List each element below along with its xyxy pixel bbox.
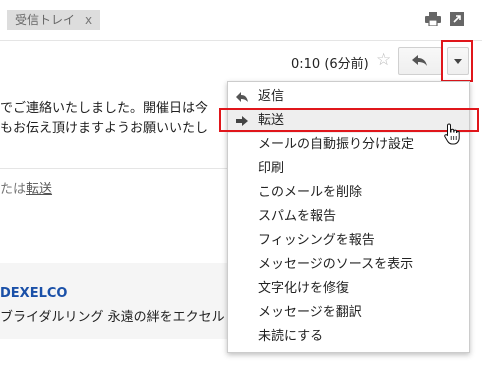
body-text-line: もお伝え頂けますようお願いいたし — [0, 121, 209, 136]
new-window-icon[interactable] — [450, 12, 464, 26]
content-divider — [0, 168, 230, 169]
menu-item-report-phishing[interactable]: フィッシングを報告 — [228, 229, 469, 253]
reply-button[interactable] — [398, 47, 442, 75]
more-button-highlight — [441, 40, 473, 82]
promo-text[interactable]: ブライダルリング 永遠の絆をエクセル — [0, 306, 225, 325]
menu-item-label: スパムを報告 — [258, 209, 337, 224]
inbox-label-chip[interactable]: 受信トレイ x — [7, 10, 101, 30]
reply-hint-prefix: たは — [0, 182, 27, 197]
menu-item-report-spam[interactable]: スパムを報告 — [228, 205, 469, 229]
promo-brand[interactable]: DEXELCO — [0, 286, 67, 301]
promo-box — [0, 263, 230, 339]
menu-item-filter-messages[interactable]: メールの自動振り分け設定 — [228, 133, 469, 157]
menu-item-label: 文字化けを修復 — [258, 281, 350, 296]
menu-item-fix-encoding[interactable]: 文字化けを修復 — [228, 277, 469, 301]
inbox-label-text: 受信トレイ — [15, 13, 76, 27]
menu-item-mark-unread[interactable]: 未読にする — [228, 325, 469, 349]
star-icon[interactable]: ☆ — [376, 51, 391, 69]
menu-item-print[interactable]: 印刷 — [228, 157, 469, 181]
reply-arrow-icon — [412, 55, 427, 66]
message-time: 0:10 (6分前) — [291, 57, 369, 72]
menu-item-label: フィッシングを報告 — [258, 233, 375, 248]
menu-item-label: メッセージのソースを表示 — [258, 257, 414, 272]
print-icon[interactable] — [425, 12, 441, 26]
reply-arrow-icon — [236, 92, 248, 102]
menu-item-label: このメールを削除 — [258, 185, 363, 200]
top-divider — [0, 40, 482, 41]
menu-item-label: メッセージを翻訳 — [258, 305, 362, 320]
body-text-line: でご連絡いたしました。開催日は今 — [0, 101, 209, 116]
remove-label-icon[interactable]: x — [85, 10, 92, 30]
hand-cursor-icon — [444, 123, 460, 145]
menu-item-label: 返信 — [258, 89, 285, 104]
menu-item-label: 未読にする — [258, 329, 324, 344]
reply-hint: たは転送 — [0, 178, 52, 197]
menu-item-show-original[interactable]: メッセージのソースを表示 — [228, 253, 469, 277]
menu-item-delete[interactable]: このメールを削除 — [228, 181, 469, 205]
menu-item-translate[interactable]: メッセージを翻訳 — [228, 301, 469, 325]
forward-link[interactable]: 転送 — [26, 182, 52, 197]
menu-item-label: 印刷 — [258, 161, 285, 176]
forward-item-highlight — [219, 108, 479, 132]
menu-item-reply[interactable]: 返信 — [228, 85, 469, 109]
menu-item-label: メールの自動振り分け設定 — [258, 137, 415, 152]
